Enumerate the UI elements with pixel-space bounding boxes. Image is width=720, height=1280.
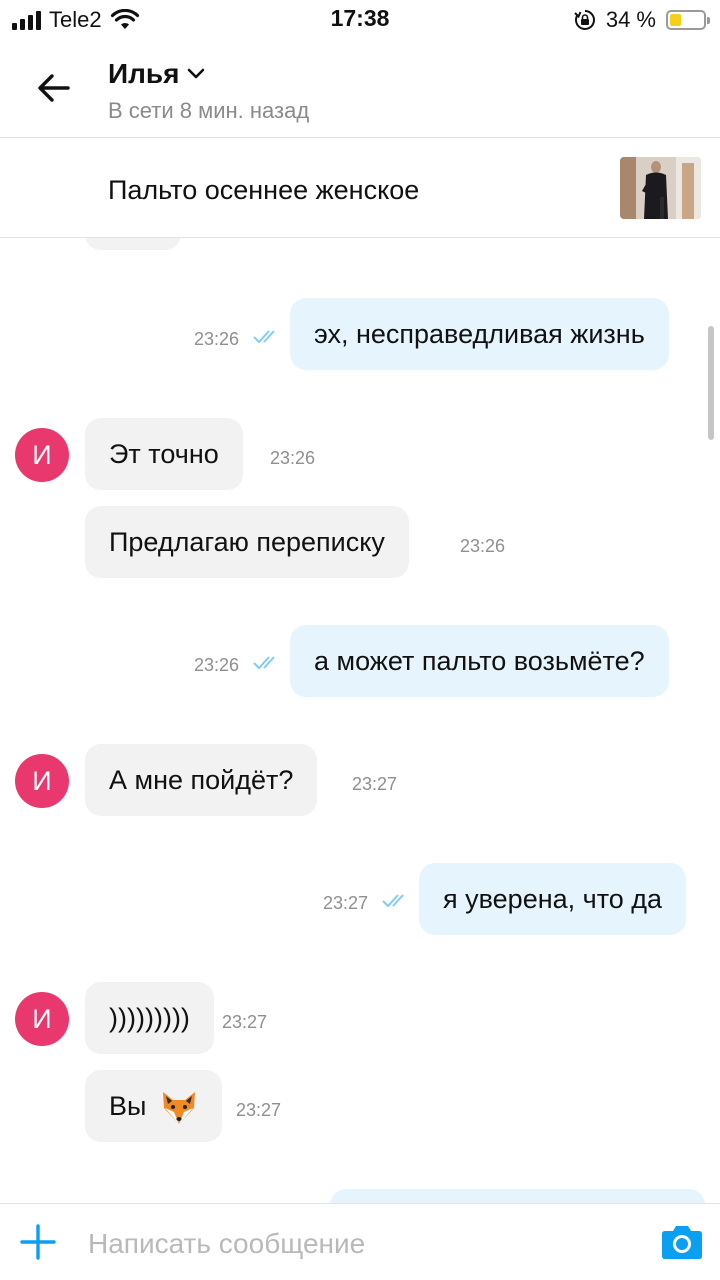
message-bubble-incoming[interactable]: Вы xyxy=(85,1070,222,1142)
chevron-down-icon xyxy=(188,68,205,79)
message-time: 23:27 xyxy=(323,893,369,913)
message-time: 23:26 xyxy=(194,655,240,675)
product-thumbnail[interactable] xyxy=(620,157,701,219)
message-time: 23:26 xyxy=(460,536,506,556)
message-bubble-outgoing[interactable]: а может пальто возьмёте? xyxy=(290,625,669,697)
contact-status: В сети 8 мин. назад xyxy=(108,98,310,123)
contact-name: Илья xyxy=(108,58,180,89)
message-composer xyxy=(0,1203,720,1280)
product-title: Пальто осеннее женское xyxy=(108,175,420,205)
message-text: а может пальто возьмёте? xyxy=(314,646,645,676)
message-input[interactable] xyxy=(88,1222,628,1266)
message-bubble-incoming[interactable]: ))))))))) xyxy=(85,982,214,1054)
status-bar: Tele2 17:38 34 % xyxy=(0,0,720,40)
message-bubble-incoming[interactable]: А мне пойдёт? xyxy=(85,744,318,816)
message-time: 23:26 xyxy=(194,329,240,349)
battery-level xyxy=(670,14,681,26)
read-ticks-icon xyxy=(382,894,404,908)
message-bubble-incoming[interactable]: Предлагаю переписку xyxy=(85,506,409,578)
message-time: 23:26 xyxy=(270,448,316,468)
product-banner[interactable]: Пальто осеннее женское xyxy=(0,139,720,238)
message-text: ))))))))) xyxy=(109,1003,190,1033)
plus-icon[interactable] xyxy=(20,1224,56,1260)
orientation-lock-icon xyxy=(574,10,595,30)
read-ticks-icon xyxy=(253,330,275,344)
message-time: 23:27 xyxy=(352,774,398,794)
contact-name-button[interactable]: Илья xyxy=(108,58,205,90)
message-text: я уверена, что да xyxy=(443,884,663,914)
message-time: 23:27 xyxy=(236,1100,282,1120)
message-bubble-partial xyxy=(85,238,181,250)
message-text: Предлагаю переписку xyxy=(109,527,385,557)
scrollbar[interactable] xyxy=(708,326,714,440)
message-bubble-outgoing[interactable]: я уверена, что да xyxy=(419,863,687,935)
avatar[interactable]: И xyxy=(15,754,69,808)
read-ticks-icon xyxy=(253,656,275,670)
back-arrow-icon[interactable] xyxy=(34,68,74,108)
avatar[interactable]: И xyxy=(15,992,69,1046)
message-text: Вы xyxy=(109,1091,147,1121)
camera-icon[interactable] xyxy=(661,1224,703,1260)
message-bubble-partial xyxy=(330,1189,705,1203)
message-text: эх, несправедливая жизнь xyxy=(314,319,645,349)
message-text: А мне пойдёт? xyxy=(109,765,294,795)
message-time: 23:27 xyxy=(222,1012,268,1032)
message-bubble-outgoing[interactable]: эх, несправедливая жизнь xyxy=(290,298,669,370)
message-list[interactable]: эх, несправедливая жизнь 23:26 И Эт точн… xyxy=(0,238,720,1203)
message-text: Эт точно xyxy=(109,439,219,469)
fox-face-icon xyxy=(162,1091,195,1124)
avatar[interactable]: И xyxy=(15,428,69,482)
message-bubble-incoming[interactable]: Эт точно xyxy=(85,418,243,490)
battery-percent: 34 % xyxy=(605,7,656,32)
chat-header: Илья В сети 8 мин. назад xyxy=(0,40,720,138)
status-right: 34 % xyxy=(574,6,710,34)
battery-icon xyxy=(666,10,710,30)
